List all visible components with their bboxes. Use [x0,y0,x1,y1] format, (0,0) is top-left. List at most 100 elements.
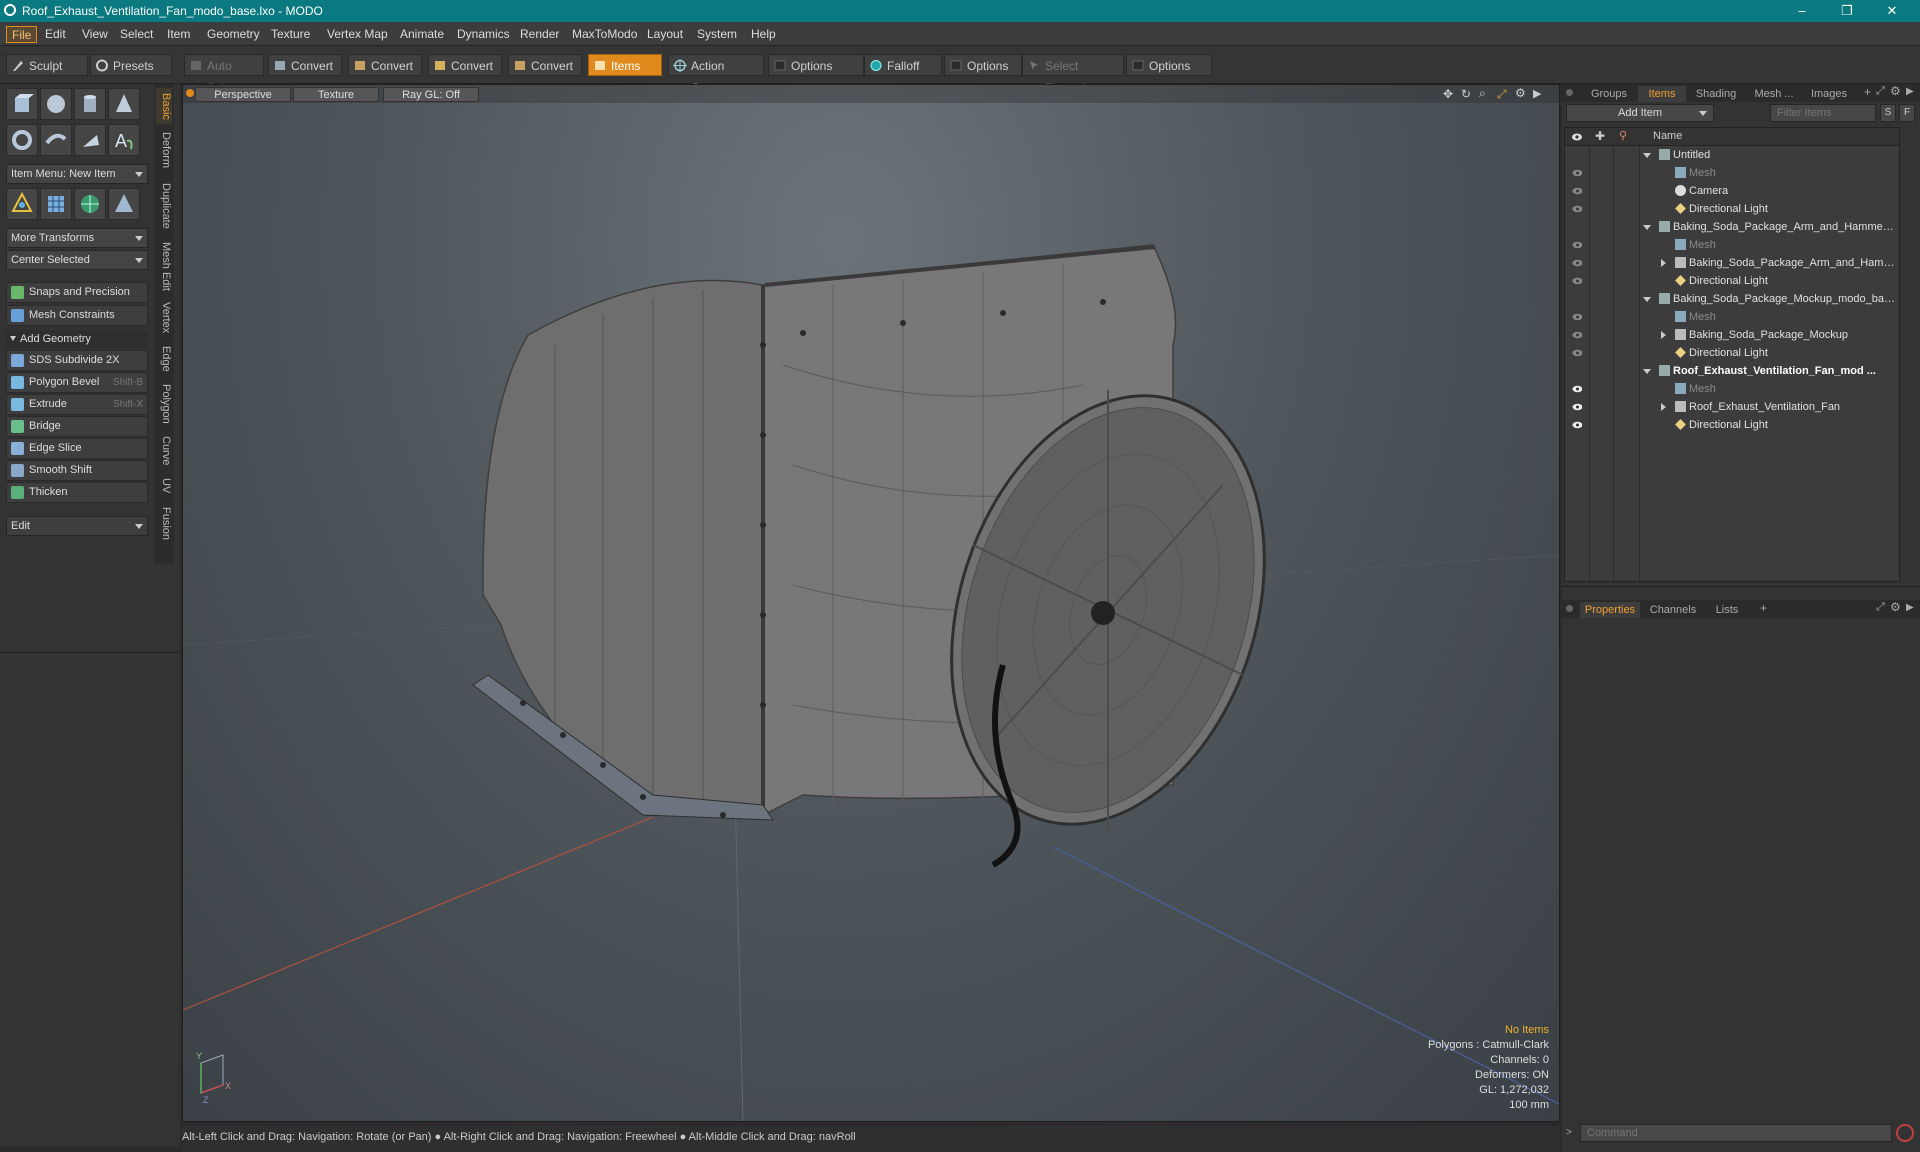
lock-column-icon[interactable]: ✚ [1595,129,1605,143]
item-row[interactable]: Mesh [1565,164,1899,182]
item-row[interactable]: Directional Light [1565,416,1899,434]
gear-icon[interactable]: ⚙ [1515,86,1526,100]
expand-right-icon[interactable]: ▶ [1906,602,1914,613]
panel-menu-icon[interactable] [1566,89,1573,96]
eye-icon[interactable] [1572,330,1582,340]
perspective-button[interactable]: Perspective [195,87,291,102]
tab-mesh[interactable]: Mesh ... [1746,86,1802,102]
eye-icon[interactable] [1572,186,1582,196]
eye-icon[interactable] [1572,384,1582,394]
action-center-button[interactable]: Action Center [668,54,764,95]
zoom-icon[interactable]: ⌕ [1479,86,1486,101]
command-input[interactable] [1580,1124,1892,1142]
options-button-1[interactable]: Options [768,54,864,76]
convert-button-4[interactable]: Convert [508,54,582,76]
more-transforms-dropdown[interactable]: More Transforms [6,228,148,248]
menu-file[interactable]: File [6,26,38,43]
text-primitive-button[interactable]: A [108,124,140,156]
vtab-fusion[interactable]: Fusion [156,502,172,546]
vtab-curve[interactable]: Curve [156,432,172,470]
menu-render[interactable]: Render [515,26,564,43]
filter-items-input[interactable] [1770,104,1876,122]
chevron-down-icon[interactable] [1643,297,1651,302]
cube-primitive-button[interactable] [6,88,38,120]
tab-lists[interactable]: Lists [1706,602,1748,618]
item-row[interactable]: Untitled [1565,146,1899,164]
torus-primitive-button[interactable] [6,124,38,156]
sculpt-button[interactable]: Sculpt [6,54,88,76]
extrude-button[interactable]: Extrude Shift-X [6,394,148,415]
tab-shading[interactable]: Shading [1688,86,1744,102]
vtab-deform[interactable]: Deform [156,128,172,172]
maximize-button[interactable]: ❐ [1827,2,1867,20]
polygon-bevel-button[interactable]: Polygon Bevel Shift-B [6,372,148,393]
menu-dynamics[interactable]: Dynamics [452,26,515,43]
item-row[interactable]: Roof_Exhaust_Ventilation_Fan [1565,398,1899,416]
snaps-precision-button[interactable]: Snaps and Precision [6,282,148,303]
capsule-primitive-button[interactable] [40,124,72,156]
sphere-primitive-button[interactable] [40,88,72,120]
tab-items[interactable]: Items [1638,86,1686,102]
item-row[interactable]: Camera [1565,182,1899,200]
vtab-edge[interactable]: Edge [156,342,172,376]
vtab-duplicate[interactable]: Duplicate [156,178,172,234]
add-item-dropdown[interactable]: Add Item [1566,104,1714,122]
convert-button-2[interactable]: Convert [348,54,422,76]
smooth-shift-button[interactable]: Smooth Shift [6,460,148,481]
select-through-button[interactable]: Select Through [1022,54,1124,95]
menu-layout[interactable]: Layout [642,26,688,43]
pan-icon[interactable]: ✥ [1443,87,1453,101]
item-row[interactable]: Baking_Soda_Package_Mockup_modo_bas ... [1565,290,1899,308]
menu-edit[interactable]: Edit [40,26,71,43]
menu-help[interactable]: Help [746,26,781,43]
vtab-vertex[interactable]: Vertex [156,298,172,338]
eye-icon[interactable] [1572,348,1582,358]
item-row[interactable]: Baking_Soda_Package_Arm_and_Hammer_... [1565,218,1899,236]
pyramid-button[interactable] [108,188,140,220]
minimize-button[interactable]: – [1782,2,1822,20]
edit-dropdown[interactable]: Edit [6,516,148,536]
expand-icon[interactable]: ⤢ [1876,85,1885,98]
chevron-right-icon[interactable] [1661,259,1666,267]
edge-slice-button[interactable]: Edge Slice [6,438,148,459]
f-toggle-button[interactable]: F [1899,104,1915,122]
tab-channels[interactable]: Channels [1644,602,1702,618]
chevron-right-icon[interactable] [1661,331,1666,339]
convert-button-1[interactable]: Convert [268,54,342,76]
item-row[interactable]: Mesh [1565,308,1899,326]
item-menu-dropdown[interactable]: Item Menu: New Item [6,164,148,184]
vtab-polygon[interactable]: Polygon [156,380,172,428]
globe-button[interactable] [74,188,106,220]
menu-vertex-map[interactable]: Vertex Map [322,26,393,43]
falloff-button[interactable]: Falloff [864,54,942,76]
transform-button[interactable] [6,188,38,220]
fit-icon[interactable]: ⤢ [1497,87,1507,102]
menu-item[interactable]: Item [162,26,195,43]
thicken-button[interactable]: Thicken [6,482,148,503]
mesh-constraints-button[interactable]: Mesh Constraints [6,305,148,326]
item-row[interactable]: Directional Light [1565,200,1899,218]
menu-select[interactable]: Select [115,26,158,43]
chevron-down-icon[interactable] [1643,225,1651,230]
item-row[interactable]: Mesh [1565,236,1899,254]
rotate-icon[interactable]: ↻ [1461,87,1471,101]
cylinder-primitive-button[interactable] [74,88,106,120]
penguin-primitive-button[interactable] [74,124,106,156]
item-row[interactable]: Baking_Soda_Package_Mockup [1565,326,1899,344]
tab-groups[interactable]: Groups [1582,86,1636,102]
items-mode-button[interactable]: Items [588,54,662,76]
convert-button-3[interactable]: Convert [428,54,502,76]
eye-icon[interactable] [1572,420,1582,430]
eye-icon[interactable] [1572,240,1582,250]
gear-icon[interactable]: ⚙ [1890,84,1901,98]
sds-subdivide-button[interactable]: SDS Subdivide 2X [6,350,148,371]
record-macro-icon[interactable] [1896,1124,1914,1142]
visibility-column-icon[interactable] [1571,132,1583,142]
eye-icon[interactable] [1572,402,1582,412]
tab-images[interactable]: Images [1804,86,1854,102]
panel-splitter[interactable] [1562,586,1920,587]
eye-icon[interactable] [1572,312,1582,322]
eye-icon[interactable] [1572,258,1582,268]
viewport-menu-icon[interactable] [186,89,194,97]
eye-icon[interactable] [1572,204,1582,214]
